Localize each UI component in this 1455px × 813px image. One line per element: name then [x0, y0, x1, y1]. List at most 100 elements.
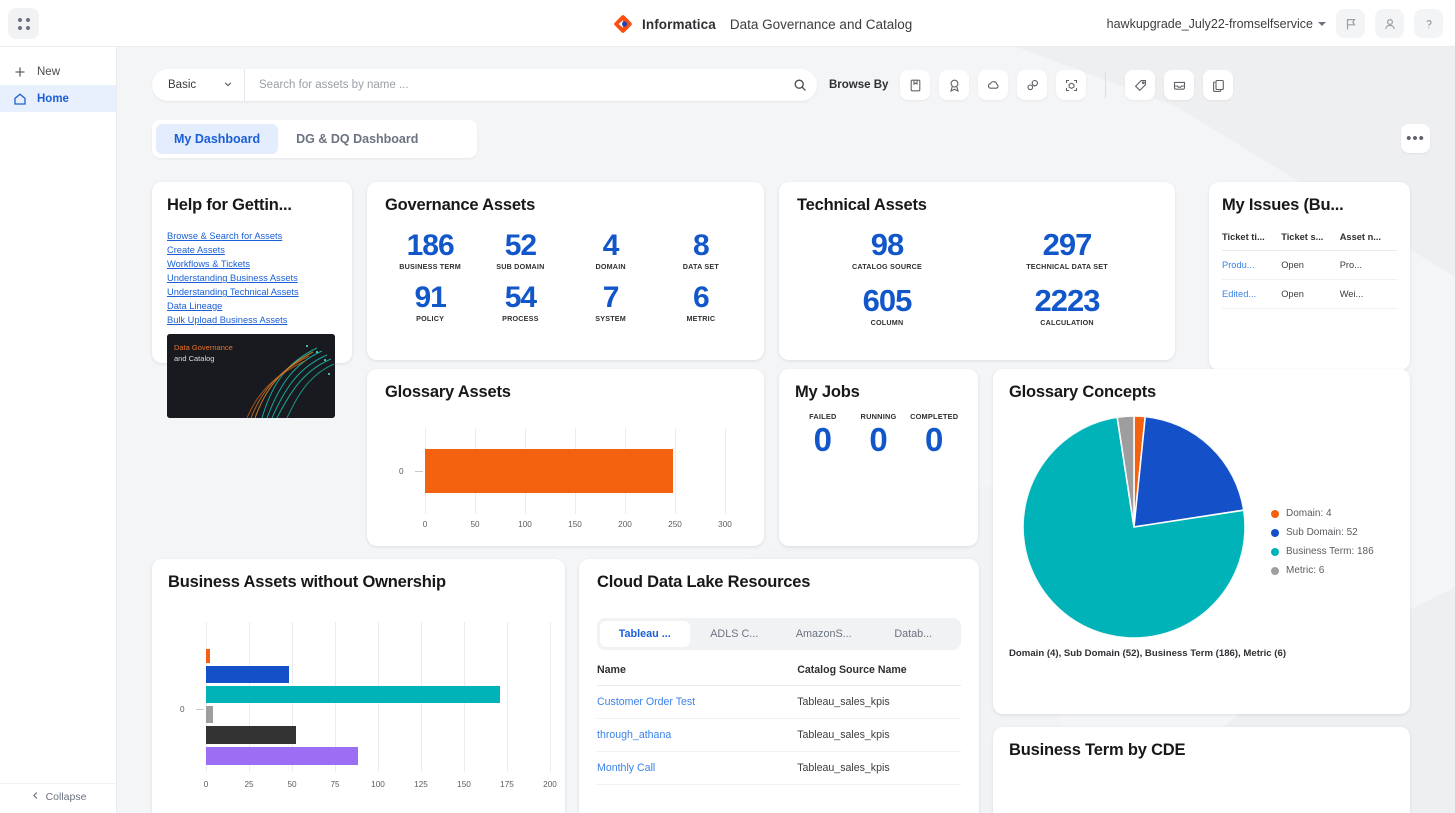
user-icon[interactable] [1375, 9, 1404, 38]
cloud-icon[interactable] [978, 70, 1009, 100]
scan-icon[interactable] [1056, 70, 1087, 100]
glossary-concepts-chart: Domain: 4 Sub Domain: 52 Business Term: … [1009, 412, 1394, 642]
kpi-calculation[interactable]: 2223 CALCULATION [977, 283, 1157, 327]
issue-asset-name: Wei... [1339, 279, 1397, 309]
inbox-icon[interactable] [1164, 70, 1195, 100]
kpi-sub-domain-value: 52 [504, 229, 537, 262]
kpi-domain[interactable]: 4 DOMAIN [566, 229, 656, 271]
resource-name-link[interactable]: Customer Order Test [597, 685, 798, 719]
bar-policy[interactable] [206, 726, 296, 744]
search-scope-select[interactable]: Basic [152, 69, 245, 101]
chevron-down-icon [223, 79, 233, 92]
resource-name-link[interactable]: through_athana [597, 718, 798, 752]
bar-process[interactable] [206, 747, 358, 765]
help-link-understanding-technical-assets[interactable]: Understanding Technical Assets [167, 286, 337, 299]
tab-tableau[interactable]: Tableau ... [600, 621, 690, 647]
kpi-catalog-source[interactable]: 98 CATALOG SOURCE [797, 227, 977, 271]
sidebar-item-home[interactable]: Home [0, 85, 116, 112]
job-stat-running[interactable]: RUNNING 0 [851, 412, 907, 459]
bar-domain[interactable] [206, 649, 210, 663]
technical-kpi-grid: 98 CATALOG SOURCE 297 TECHNICAL DATA SET… [797, 227, 1157, 327]
org-switcher[interactable]: hawkupgrade_July22-fromselfservice [1107, 17, 1326, 31]
glossary-icon[interactable] [900, 70, 931, 100]
issue-title-link[interactable]: Produ... [1222, 250, 1282, 280]
glossary-assets-card: Glossary Assets 0 0 50 100 150 200 250 3… [367, 369, 764, 546]
kpi-sub-domain[interactable]: 52 SUB DOMAIN [475, 229, 565, 271]
help-link-browse-search[interactable]: Browse & Search for Assets [167, 230, 337, 243]
tab-my-dashboard[interactable]: My Dashboard [156, 124, 279, 154]
kpi-process[interactable]: 54 PROCESS [475, 281, 565, 323]
help-link-workflows-tickets[interactable]: Workflows & Tickets [167, 258, 337, 271]
help-icon[interactable] [1414, 9, 1443, 38]
search-row: Basic [152, 69, 817, 101]
help-promo-image[interactable]: Data Governance and Catalog [167, 334, 335, 418]
tab-amazon-s3[interactable]: AmazonS... [779, 621, 869, 647]
job-stat-failed[interactable]: FAILED 0 [795, 412, 851, 459]
dashboard-more-options-button[interactable]: ••• [1401, 124, 1430, 153]
help-link-understanding-business-assets[interactable]: Understanding Business Assets [167, 272, 337, 285]
process-icon[interactable] [1017, 70, 1048, 100]
tab-databricks[interactable]: Datab... [869, 621, 959, 647]
kpi-column[interactable]: 605 COLUMN [797, 283, 977, 327]
legend-label-domain: Domain: 4 [1286, 508, 1332, 519]
issue-title-link[interactable]: Edited... [1222, 279, 1282, 309]
product-name: Data Governance and Catalog [729, 16, 913, 32]
help-link-bulk-upload[interactable]: Bulk Upload Business Assets [167, 314, 337, 327]
resource-name-link[interactable]: Monthly Call [597, 751, 798, 785]
home-icon [12, 91, 28, 107]
pie-legend: Domain: 4 Sub Domain: 52 Business Term: … [1271, 508, 1374, 576]
kpi-policy-label: POLICY [416, 314, 445, 323]
kpi-metric[interactable]: 6 METRIC [656, 281, 746, 323]
kpi-technical-data-set[interactable]: 297 TECHNICAL DATA SET [977, 227, 1157, 271]
kpi-system-value: 7 [602, 281, 620, 314]
kpi-business-term[interactable]: 186 BUSINESS TERM [385, 229, 475, 271]
help-link-data-lineage[interactable]: Data Lineage [167, 300, 337, 313]
legend-item-metric[interactable]: Metric: 6 [1271, 565, 1374, 576]
policy-icon[interactable] [939, 70, 970, 100]
business-assets-without-ownership-chart: 0 0 25 50 75 100 125 150 175 200 [168, 622, 557, 812]
chevron-down-icon [1318, 22, 1326, 27]
tag-icon[interactable] [1125, 70, 1156, 100]
kpi-process-label: PROCESS [502, 314, 539, 323]
job-stat-failed-label: FAILED [809, 412, 837, 421]
legend-item-business-term[interactable]: Business Term: 186 [1271, 546, 1374, 557]
y-axis-tick-label: 0 [180, 705, 185, 714]
business-assets-without-ownership-title: Business Assets without Ownership [168, 573, 446, 591]
gridline [507, 622, 508, 772]
my-jobs-title: My Jobs [795, 383, 860, 401]
chevron-left-icon [31, 791, 40, 803]
x-tick-25: 25 [244, 780, 254, 789]
search-icon[interactable] [783, 78, 817, 92]
app-switcher-icon[interactable] [8, 8, 39, 39]
legend-item-domain[interactable]: Domain: 4 [1271, 508, 1374, 519]
search-input[interactable] [245, 79, 783, 91]
legend-item-sub-domain[interactable]: Sub Domain: 52 [1271, 527, 1374, 538]
governance-assets-title: Governance Assets [385, 196, 536, 214]
table-header-row: Name Catalog Source Name [597, 664, 961, 686]
bar-metric[interactable] [206, 706, 213, 723]
kpi-policy[interactable]: 91 POLICY [385, 281, 475, 323]
table-row: Customer Order Test Tableau_sales_kpis [597, 685, 961, 719]
kpi-catalog-source-label: CATALOG SOURCE [851, 262, 922, 271]
top-bar: Informatica Data Governance and Catalog … [0, 0, 1455, 47]
flag-icon[interactable] [1336, 9, 1365, 38]
bar-glossary-assets[interactable] [425, 449, 673, 493]
business-term-by-cde-title: Business Term by CDE [1009, 741, 1186, 759]
collapse-button[interactable]: Collapse [0, 783, 117, 809]
job-stat-running-label: RUNNING [860, 412, 897, 421]
job-stat-completed[interactable]: COMPLETED 0 [906, 412, 962, 459]
bar-business-term[interactable] [206, 686, 500, 703]
tab-adls[interactable]: ADLS C... [690, 621, 780, 647]
sidebar-item-label-new: New [37, 65, 61, 78]
tab-dg-dq-dashboard[interactable]: DG & DQ Dashboard [278, 124, 436, 154]
kpi-data-set[interactable]: 8 DATA SET [656, 229, 746, 271]
glossary-assets-title: Glossary Assets [385, 383, 511, 401]
pie-chart[interactable] [1023, 416, 1245, 638]
bar-sub-domain[interactable] [206, 666, 289, 683]
help-link-create-assets[interactable]: Create Assets [167, 244, 337, 257]
kpi-system[interactable]: 7 SYSTEM [566, 281, 656, 323]
sidebar-item-new[interactable]: New [0, 58, 116, 85]
cloud-data-lake-tabs: Tableau ... ADLS C... AmazonS... Datab..… [597, 618, 961, 650]
copy-icon[interactable] [1203, 70, 1234, 100]
legend-swatch-domain [1271, 509, 1279, 518]
